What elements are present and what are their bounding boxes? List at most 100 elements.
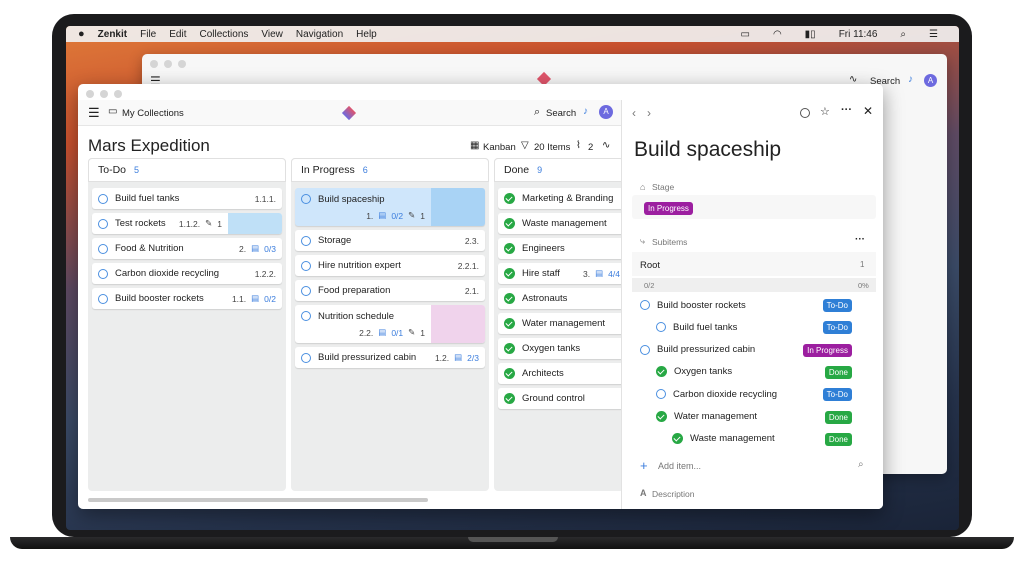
- horizontal-scrollbar[interactable]: [88, 498, 428, 502]
- close-icon[interactable]: ✕: [863, 104, 873, 118]
- card[interactable]: Build pressurized cabin 1.2. ▤ 2/3: [295, 347, 485, 368]
- subitem-row[interactable]: Build fuel tanks To-Do: [630, 316, 874, 338]
- check-icon[interactable]: [504, 318, 515, 329]
- items-count[interactable]: 20 Items: [534, 142, 570, 153]
- subitem-row[interactable]: Build booster rockets To-Do: [630, 294, 874, 316]
- check-icon[interactable]: [504, 343, 515, 354]
- subitem-row[interactable]: Oxygen tanks Done: [630, 361, 874, 383]
- attachment-icon[interactable]: ⌇: [576, 140, 581, 151]
- check-icon[interactable]: [504, 293, 515, 304]
- card-selected[interactable]: Build spaceship 1. ▤ 0/2 ✎ 1: [295, 188, 485, 226]
- card[interactable]: Architects: [498, 363, 624, 384]
- subitem-status-badge[interactable]: Done: [824, 365, 852, 379]
- check-icon[interactable]: [504, 193, 515, 204]
- subitem-row[interactable]: Water management Done: [630, 406, 874, 428]
- notification-center-icon[interactable]: ☰: [929, 29, 938, 40]
- card[interactable]: Carbon dioxide recycling 1.2.2.: [92, 263, 282, 284]
- menu-collections[interactable]: Collections: [199, 29, 248, 40]
- menu-view[interactable]: View: [261, 29, 283, 40]
- app-menu[interactable]: Zenkit: [98, 29, 127, 40]
- back-avatar[interactable]: A: [924, 74, 937, 87]
- column-header-todo[interactable]: To-Do 5: [88, 158, 286, 182]
- wifi-icon[interactable]: ◠: [773, 29, 782, 40]
- subitem-row[interactable]: Waste management Done: [630, 428, 874, 450]
- card[interactable]: Hire staff 3. ▤ 4/4: [498, 263, 624, 284]
- filter-icon[interactable]: ▽: [521, 140, 529, 151]
- attachment-count[interactable]: 2: [588, 142, 593, 153]
- status-circle-icon[interactable]: [98, 268, 108, 279]
- search-icon[interactable]: ⌕: [534, 106, 540, 119]
- check-icon[interactable]: [504, 243, 515, 254]
- search-subitems-icon[interactable]: ⌕: [858, 459, 864, 470]
- item-title[interactable]: Build spaceship: [634, 138, 781, 162]
- status-circle-icon[interactable]: [301, 352, 311, 363]
- check-icon[interactable]: [656, 411, 667, 422]
- root-row[interactable]: [632, 252, 876, 276]
- card[interactable]: Engineers: [498, 238, 624, 259]
- back-bell-icon[interactable]: ♪: [908, 74, 913, 85]
- spotlight-icon[interactable]: ⌕: [900, 29, 906, 40]
- card[interactable]: Waste management: [498, 213, 624, 234]
- card[interactable]: Astronauts: [498, 288, 624, 309]
- status-circle-icon[interactable]: [301, 260, 311, 271]
- card[interactable]: Oxygen tanks: [498, 338, 624, 359]
- menu-help[interactable]: Help: [356, 29, 377, 40]
- battery-icon[interactable]: ▮▯: [805, 29, 816, 40]
- check-icon[interactable]: [504, 268, 515, 279]
- back-arrow-icon[interactable]: ‹: [632, 106, 636, 120]
- hamburger-menu-icon[interactable]: ☰: [88, 105, 100, 121]
- status-circle-icon[interactable]: [301, 194, 311, 204]
- user-avatar[interactable]: A: [599, 105, 613, 119]
- check-icon[interactable]: [672, 433, 683, 445]
- subitem-status-badge[interactable]: To-Do: [822, 321, 852, 335]
- check-icon[interactable]: [656, 366, 667, 378]
- card[interactable]: Nutrition schedule 2.2. ▤ 0/1 ✎ 1: [295, 305, 485, 343]
- subitem-status-badge[interactable]: Done: [824, 432, 852, 446]
- add-icon[interactable]: +: [640, 458, 648, 473]
- status-circle-icon[interactable]: [640, 300, 650, 310]
- forward-arrow-icon[interactable]: ›: [647, 106, 651, 120]
- status-circle-icon[interactable]: [656, 389, 666, 400]
- more-options-icon[interactable]: ···: [841, 104, 852, 116]
- status-circle-icon[interactable]: [301, 311, 311, 321]
- subitems-more-icon[interactable]: ···: [855, 234, 865, 245]
- status-toggle-icon[interactable]: [800, 108, 810, 118]
- breadcrumb[interactable]: My Collections: [122, 108, 184, 119]
- card[interactable]: Food & Nutrition 2. ▤ 0/3: [92, 238, 282, 259]
- status-circle-icon[interactable]: [98, 193, 108, 204]
- menu-edit[interactable]: Edit: [169, 29, 186, 40]
- subitem-row[interactable]: Carbon dioxide recycling To-Do: [630, 383, 874, 405]
- card[interactable]: Marketing & Branding: [498, 188, 624, 209]
- check-icon[interactable]: [504, 368, 515, 379]
- status-circle-icon[interactable]: [301, 235, 311, 246]
- add-item-input[interactable]: Add item...: [658, 461, 701, 471]
- airplay-icon[interactable]: ▭: [740, 29, 749, 40]
- menu-navigation[interactable]: Navigation: [296, 29, 343, 40]
- search-button[interactable]: Search: [546, 108, 576, 119]
- clock[interactable]: Fri 11:46: [839, 29, 878, 40]
- status-circle-icon[interactable]: [98, 293, 108, 304]
- card[interactable]: Build booster rockets 1.1. ▤ 0/2: [92, 288, 282, 309]
- check-icon[interactable]: [504, 218, 515, 229]
- status-circle-icon[interactable]: [640, 344, 650, 355]
- menu-file[interactable]: File: [140, 29, 156, 40]
- apple-icon[interactable]: ●: [78, 28, 85, 40]
- card[interactable]: Food preparation 2.1.: [295, 280, 485, 301]
- bell-icon[interactable]: ♪: [583, 106, 588, 117]
- subitem-status-badge[interactable]: To-Do: [822, 388, 852, 402]
- column-header-done[interactable]: Done 9: [494, 158, 624, 182]
- subitem-status-badge[interactable]: Done: [824, 410, 852, 424]
- subitem-status-badge[interactable]: To-Do: [822, 299, 852, 312]
- activity-icon[interactable]: ∿: [602, 140, 610, 151]
- status-circle-icon[interactable]: [656, 322, 666, 333]
- card[interactable]: Ground control: [498, 388, 624, 409]
- card[interactable]: Storage 2.3.: [295, 230, 485, 251]
- status-circle-icon[interactable]: [301, 285, 311, 296]
- card[interactable]: Test rockets 1.1.2. ✎ 1: [92, 213, 282, 234]
- subitem-status-badge[interactable]: In Progress: [803, 343, 852, 357]
- card[interactable]: Water management: [498, 313, 624, 334]
- column-header-in-progress[interactable]: In Progress 6: [291, 158, 489, 182]
- card[interactable]: Hire nutrition expert 2.2.1.: [295, 255, 485, 276]
- view-selector[interactable]: Kanban: [483, 142, 516, 153]
- status-circle-icon[interactable]: [98, 218, 108, 229]
